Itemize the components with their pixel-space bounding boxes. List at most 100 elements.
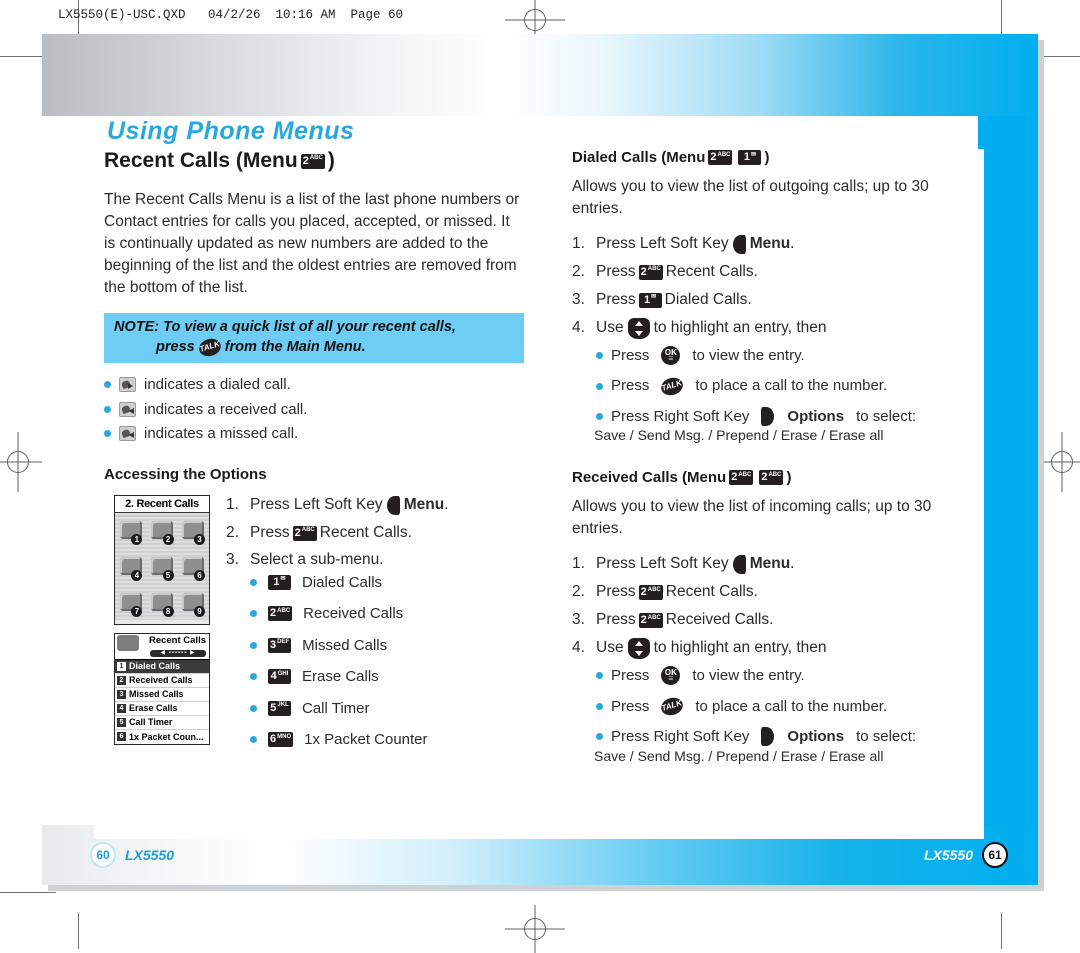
received-call-icon [119,401,136,417]
step-item: 3. Select a sub-menu. [226,550,526,571]
key-1-icon: 1 ✉ [638,292,662,308]
crop-line-bottom-left-vertical [78,913,79,949]
grid-badge: 9 [194,605,205,617]
recent-calls-heading: Recent Calls (Menu 2 ABC ) [104,149,524,173]
left-soft-key-icon [732,555,746,575]
list-item: Press TALK to place a call to the number… [596,374,982,398]
received-calls-bullets: Press OK ☰ to view the entry. Press TALK … [596,666,982,747]
crop-line-bottom-left [0,892,56,893]
key-2abc-icon: 2 ABC [292,525,317,541]
step-text-after: . [444,495,449,513]
step-number: 1. [226,495,239,513]
received-calls-options-line: Save / Send Msg. / Prepend / Erase / Era… [594,747,884,764]
step-number: 3. [572,611,585,629]
tab-strip-indicator: ◀ ▪▪▪▪▪▪ ▶ [150,649,206,657]
step-text-before: Press Left Soft Key [250,495,383,513]
bullet-text-after: to view the entry. [692,346,805,364]
list-item: 4 Erase Calls [115,702,209,716]
step-number: 4. [572,639,585,657]
bullet-dot-icon [596,413,603,421]
step-text-before: Use [596,318,624,336]
phone-screen-recent-calls-grid: 2. Recent Calls 1 2 3 4 5 6 7 8 9 [114,494,210,625]
step-text-before: Press Left Soft Key [596,555,729,573]
list-item: 2 ABC Received Calls [250,604,540,624]
left-soft-key-icon [386,495,400,515]
list-item: 3 Missed Calls [115,688,209,702]
dialed-calls-heading-text: Dialed Calls (Menu [572,149,706,166]
step-text-before: Use [596,639,624,657]
registration-mark-right [1038,432,1080,492]
list-item: 4 GHI Erase Calls [250,667,540,687]
note-box: NOTE: To view a quick list of all your r… [104,313,524,364]
list-item: Press TALK to place a call to the number… [596,694,982,718]
crop-line-right-vertical [1001,0,1002,36]
bullet-text-after: to view the entry. [692,667,805,685]
step-item: 4. Use to highlight an entry, then [572,317,982,339]
item-label: Dialed Calls [129,661,181,672]
grid-badge: 8 [162,605,174,617]
step-number: 2. [572,262,585,280]
step-text-before: Press [596,583,636,601]
received-calls-heading: Received Calls (Menu 2 ABC 2 ABC ) [572,469,982,486]
step-text-after: to highlight an entry, then [653,318,827,336]
accessing-options-heading: Accessing the Options [104,465,267,483]
received-calls-intro: Allows you to view the list of incoming … [572,498,932,538]
submenu-label: Missed Calls [302,636,388,654]
recent-calls-heading-close: ) [327,149,335,172]
list-item: indicates a missed call. [104,424,524,444]
grid-badge: 5 [162,569,174,581]
grid-badge: 7 [131,605,143,617]
footer-right: LX5550 61 [924,842,1008,868]
dialed-calls-bullets: Press OK ☰ to view the entry. Press TALK … [596,346,982,427]
bullet-dot-icon [596,733,603,741]
recent-calls-heading-text: Recent Calls (Menu [104,149,298,172]
submenu-label: Received Calls [303,605,404,623]
phone-screen-1-icon-grid: 1 2 3 4 5 6 7 8 9 [115,512,209,620]
list-item: 2 Received Calls [115,674,209,688]
key-1-icon: 1 ✉ [738,150,762,165]
step-number: 1. [572,235,585,252]
step-text-after: Recent Calls. [665,262,758,280]
submenu-label: Call Timer [302,699,370,717]
list-item: 6 1x Packet Coun... [115,730,209,744]
step-text-after: Recent Calls. [319,523,412,541]
bullet-text-before: Press Right Soft Key [611,407,750,425]
item-label: Received Calls [129,675,193,686]
bullet-text-before: Press Right Soft Key [611,728,750,746]
step-bold-label: Menu [749,235,791,252]
key-1-icon: 1 ✉ [268,574,291,590]
list-item: 5 Call Timer [115,716,209,730]
key-2abc-icon: 2 ABC [638,264,663,280]
left-column: Recent Calls (Menu 2 ABC ) The Recent Cal… [104,149,524,753]
bullet-text-after: to place a call to the number. [695,377,888,395]
list-item: 5 JKL Call Timer [250,699,540,719]
key-6mno-icon: 6 MNO [268,732,294,748]
received-calls-steps: 1. Press Left Soft Key Menu . 2. Press 2… [572,554,982,660]
step-text-before: Press [596,262,636,280]
step-item: 1. Press Left Soft Key Menu . [226,495,526,516]
step-item: 2. Press 2 ABC Recent Calls. [572,582,982,603]
key-2abc-icon: 2 ABC [729,470,754,486]
item-label: Call Timer [129,717,173,728]
item-number: 3 [117,689,126,699]
key-4ghi-icon: 4 GHI [268,669,291,685]
step-text-after: . [790,555,795,573]
grid-cell: 4 [115,548,146,584]
grid-cell: 6 [178,548,209,584]
step-number: 2. [572,583,585,601]
item-number: 6 [117,732,126,742]
bullet-dot-icon [250,641,257,649]
bullet-bold-label: Options [787,728,845,746]
item-number: 5 [117,717,126,727]
grid-cell: 2 [146,513,177,549]
item-label: Missed Calls [129,689,184,700]
bullet-dot-icon [104,381,111,389]
talk-key-icon: TALK [659,374,686,398]
dialed-call-icon [119,377,136,393]
bullet-dot-icon [596,672,603,680]
call-indicator-list: indicates a dialed call. indicates a rec… [104,375,524,444]
step-item: 2. Press 2 ABC Recent Calls. [226,523,526,544]
submenu-label: Erase Calls [302,668,379,686]
step-text-before: Select a sub-menu. [250,551,384,569]
dialed-calls-options-line: Save / Send Msg. / Prepend / Erase / Era… [594,427,884,444]
